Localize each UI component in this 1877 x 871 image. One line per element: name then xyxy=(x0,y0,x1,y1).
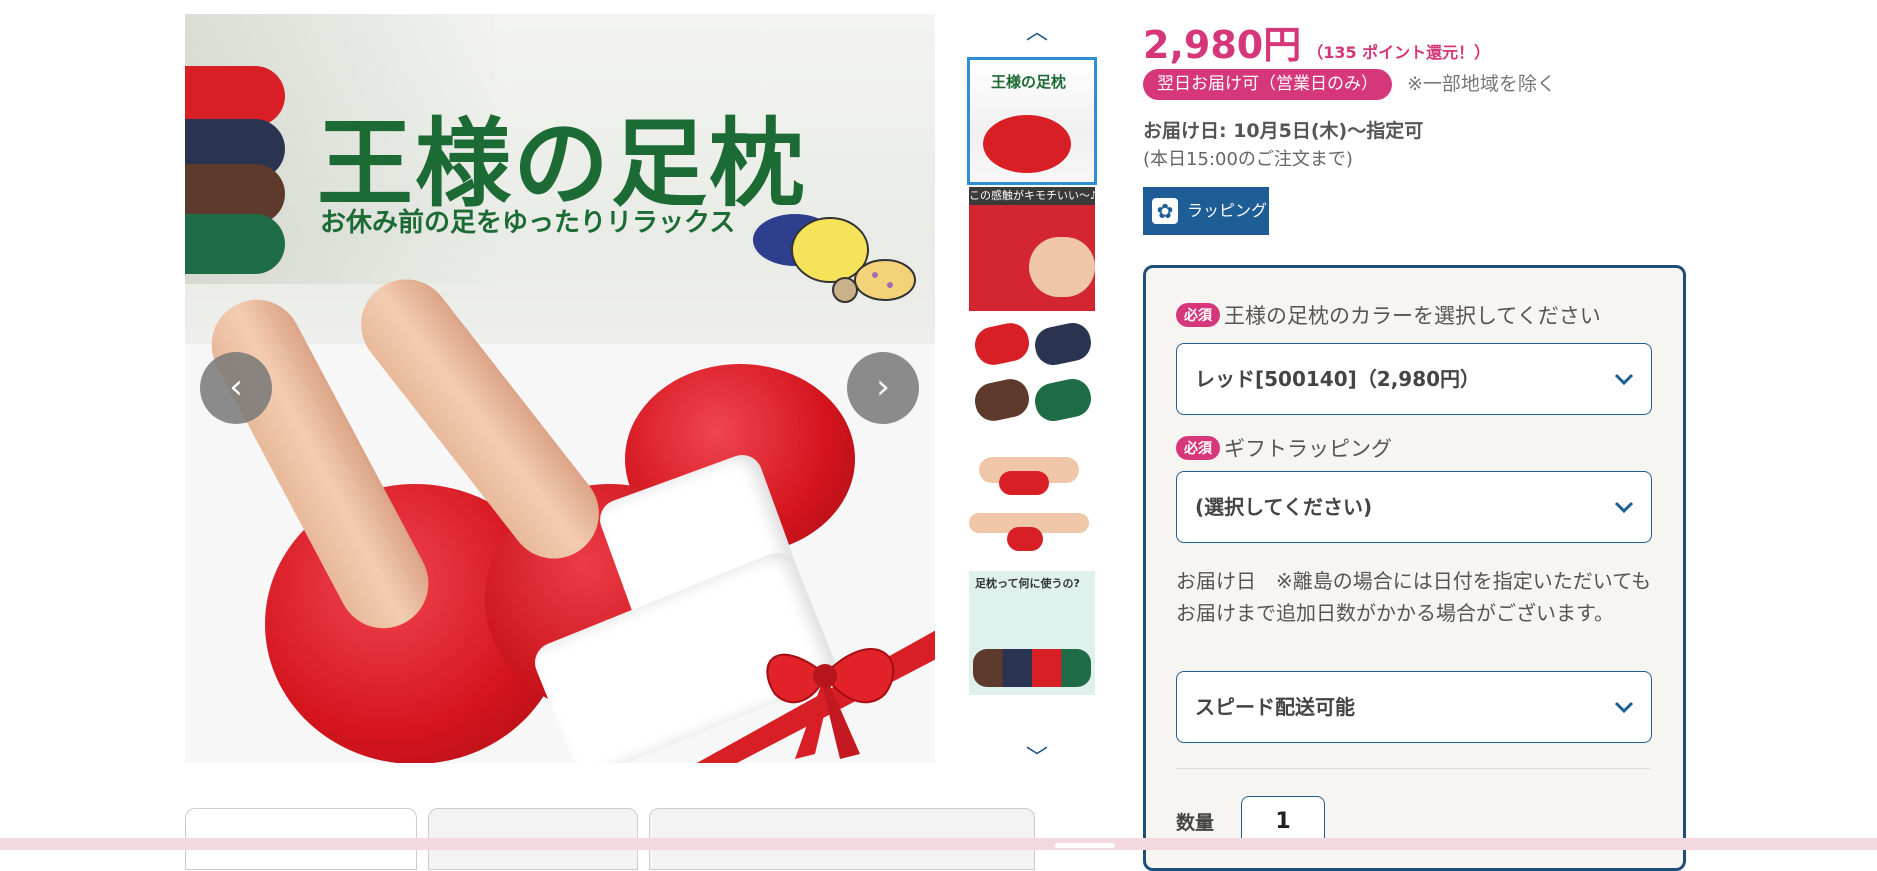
thumbnail-item[interactable]: この感触がキモチいい～♪ xyxy=(969,187,1095,311)
price: 2,980円 （135 ポイント還元！） xyxy=(1143,14,1490,69)
ribbon-icon xyxy=(696,630,935,763)
exclude-note: ※一部地域を除く xyxy=(1407,73,1556,95)
gift-field-label: 必須 ギフトラッピング xyxy=(1176,433,1392,463)
thumbnail-list: 王様の足枕 この感触がキモチいい～♪ 足枕って何に使うの? xyxy=(967,57,1097,699)
quantity-label: 数量 xyxy=(1176,812,1215,834)
points-note: （135 ポイント還元！） xyxy=(1307,43,1491,62)
prev-image-button[interactable]: ‹ xyxy=(200,352,272,424)
required-badge: 必須 xyxy=(1176,436,1220,460)
thumbnail-scroll-up-icon[interactable]: ︿ xyxy=(1022,14,1052,45)
delivery-select[interactable]: スピード配送可能 xyxy=(1176,671,1652,743)
thumbnail-item[interactable]: 王様の足枕 xyxy=(967,57,1097,185)
thumbnail-pillow xyxy=(983,115,1071,173)
divider xyxy=(1176,768,1650,769)
color-field-label: 必須 王様の足枕のカラーを選択してください xyxy=(1176,300,1601,330)
thumb-cushion-bottom xyxy=(1007,527,1043,551)
color-select[interactable]: レッド[500140]（2,980円） xyxy=(1176,343,1652,415)
chevron-down-icon xyxy=(1614,701,1634,714)
thumb-pillow-navy xyxy=(1031,319,1095,369)
delivery-date: お届け日: 10月5日(木)〜指定可 xyxy=(1143,120,1424,142)
wrapping-button-label: ラッピング xyxy=(1187,201,1268,220)
price-value: 2,980円 xyxy=(1143,23,1302,67)
thumbnail-caption: この感触がキモチいい～♪ xyxy=(969,187,1095,205)
thumb-cushion-top xyxy=(999,471,1049,495)
hero-subtitle: お休み前の足をゆったりリラックス xyxy=(320,208,736,238)
chevron-down-icon xyxy=(1614,373,1634,386)
chevron-down-icon xyxy=(1614,501,1634,514)
gift-select-value: (選択してください) xyxy=(1195,495,1373,519)
gift-icon: ✿ xyxy=(1152,198,1178,224)
thumb-pillow-row xyxy=(973,649,1091,687)
thumbnail-caption: 王様の足枕 xyxy=(991,73,1067,91)
thumbnail-item[interactable] xyxy=(969,443,1095,567)
delivery-note: お届け日 ※離島の場合には日付を指定いただいてもお届けまで追加日数がかかる場合が… xyxy=(1176,569,1652,625)
color-select-value: レッド[500140]（2,980円） xyxy=(1195,367,1481,391)
order-cutoff: (本日15:00のご注文まで) xyxy=(1143,149,1353,170)
main-product-image: 王様の足枕 お休み前の足をゆったりリラックス xyxy=(185,14,935,763)
thumbnail-caption: 足枕って何に使うの? xyxy=(975,577,1080,590)
thumb-pillow-brown xyxy=(971,375,1033,425)
color-field-text: 王様の足枕のカラーを選択してください xyxy=(1224,304,1601,328)
thumb-pillow-red xyxy=(971,319,1033,369)
delivery-select-value: スピード配送可能 xyxy=(1195,695,1355,719)
gift-field-text: ギフトラッピング xyxy=(1224,437,1392,461)
thumbnail-item[interactable]: 足枕って何に使うの? xyxy=(969,571,1095,695)
thumb-pillow-green xyxy=(1031,375,1095,425)
pillow-green-sample xyxy=(185,214,285,274)
order-form-panel: 必須 王様の足枕のカラーを選択してください レッド[500140]（2,980円）… xyxy=(1143,265,1686,871)
wrapping-button[interactable]: ✿ ラッピング xyxy=(1143,187,1269,235)
next-day-badge: 翌日お届け可（営業日のみ） xyxy=(1143,69,1392,100)
mascot-illustration xyxy=(753,214,916,303)
thumbnail-scroll-down-icon[interactable]: ﹀ xyxy=(1022,740,1052,771)
bottom-bar-handle xyxy=(1055,843,1115,848)
pillow-red-sample xyxy=(185,66,285,126)
required-badge: 必須 xyxy=(1176,303,1220,327)
gift-wrapping-select[interactable]: (選択してください) xyxy=(1176,471,1652,543)
next-image-button[interactable]: › xyxy=(847,352,919,424)
thumbnail-hand xyxy=(1029,237,1095,297)
bottom-bar xyxy=(0,838,1877,850)
thumbnail-item[interactable] xyxy=(969,315,1095,439)
